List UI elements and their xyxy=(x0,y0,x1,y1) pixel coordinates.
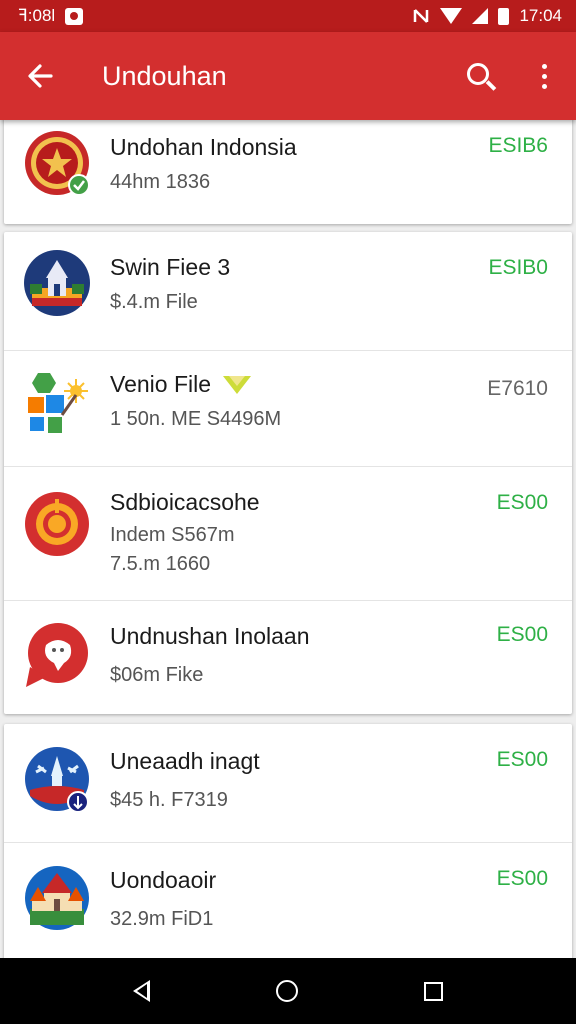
list-item[interactable]: Undnushan Inolaan $06m Fike ES00 xyxy=(4,600,572,714)
status-left-text: ꟻ:08l xyxy=(18,6,56,25)
diamond-icon xyxy=(223,376,252,394)
chat-bubble-icon xyxy=(24,623,90,689)
back-button[interactable] xyxy=(0,32,80,120)
item-price: ES00 xyxy=(496,623,548,646)
item-size: $.4.m File xyxy=(110,291,198,313)
item-size: $06m Fike xyxy=(110,664,204,686)
list-card: Swin Fiee 3 $.4.m File ESIB0 Venio File … xyxy=(4,232,572,714)
item-size: $45 h. F7319 xyxy=(110,789,228,811)
list-card: Uneaadh inagt $45 h. F7319 ES00 Uondoaoi… xyxy=(4,724,572,958)
signal-icon xyxy=(472,8,489,24)
item-size: 32.9m FiD1 xyxy=(110,908,214,930)
battery-icon xyxy=(498,7,510,25)
stupa-icon xyxy=(24,746,90,813)
list-item[interactable]: Uondoaoir 32.9m FiD1 ES00 xyxy=(4,842,572,958)
download-list: Undohan Indonsia 44hm 1836 ESIB6 Swin Fi… xyxy=(0,120,576,958)
item-price: ESIB6 xyxy=(488,134,548,157)
item-size-secondary: 7.5.m 1660 xyxy=(110,553,211,575)
list-item[interactable]: Undohan Indonsia 44hm 1836 ESIB6 xyxy=(4,120,572,224)
puzzle-icon xyxy=(24,373,90,439)
status-bar: ꟻ:08l 17:04 xyxy=(0,0,576,32)
back-triangle-icon[interactable] xyxy=(133,980,150,1002)
more-options-button[interactable] xyxy=(512,32,576,120)
home-circle-icon[interactable] xyxy=(276,980,298,1002)
arrow-left-icon xyxy=(28,64,53,88)
item-price: E7610 xyxy=(487,377,548,400)
target-icon xyxy=(24,491,90,557)
list-item[interactable]: Uneaadh inagt $45 h. F7319 ES00 xyxy=(4,724,572,842)
item-price: ES00 xyxy=(496,748,548,771)
status-time: 17:04 xyxy=(519,6,562,25)
item-size: 1 50n. ME S4496M xyxy=(110,408,282,430)
emblem-icon xyxy=(24,130,90,196)
item-size: 44hm 1836 xyxy=(110,171,211,193)
list-card: Undohan Indonsia 44hm 1836 ESIB6 xyxy=(4,120,572,224)
list-item[interactable]: Swin Fiee 3 $.4.m File ESIB0 xyxy=(4,232,572,350)
recents-square-icon[interactable] xyxy=(424,981,443,1001)
wifi-icon xyxy=(440,8,463,24)
search-icon xyxy=(467,63,489,85)
temple-icon xyxy=(24,250,90,316)
item-size: Indem S567m xyxy=(110,524,235,546)
navigation-bar xyxy=(0,958,576,1024)
item-price: ESIB0 xyxy=(488,256,548,279)
palace-icon xyxy=(24,865,90,931)
item-price: ES00 xyxy=(496,867,548,890)
item-name-text: Venio File xyxy=(110,371,212,397)
photo-icon xyxy=(65,7,84,25)
app-bar: Undouhan xyxy=(0,32,576,120)
list-item[interactable]: Sdbioicacsohe Indem S567m 7.5.m 1660 ES0… xyxy=(4,466,572,600)
page-title: Undouhan xyxy=(102,60,227,91)
list-item[interactable]: Venio File 1 50n. ME S4496M E7610 xyxy=(4,350,572,466)
search-button[interactable] xyxy=(448,32,512,120)
nfc-icon xyxy=(414,9,429,23)
item-price: ES00 xyxy=(496,491,548,514)
more-vertical-icon xyxy=(541,63,547,89)
